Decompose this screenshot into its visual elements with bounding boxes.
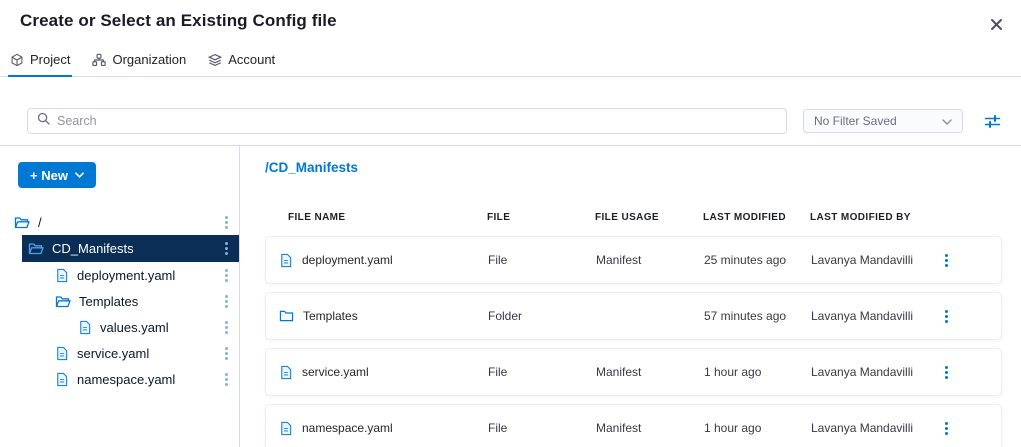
tree-item[interactable]: Templates — [0, 288, 239, 314]
chevron-down-icon — [75, 172, 84, 178]
tree-item[interactable]: deployment.yaml — [0, 262, 239, 288]
last-modified-by: Lavanya Mandavilli — [811, 253, 939, 267]
organization-icon — [92, 53, 106, 67]
file-usage: Manifest — [596, 421, 704, 435]
table-row[interactable]: service.yaml File Manifest 1 hour ago La… — [265, 348, 1002, 396]
file-name: Templates — [303, 309, 358, 323]
tree-item[interactable]: service.yaml — [0, 340, 239, 366]
file-tree: / CD_Manifests deployment.yaml Templates — [0, 209, 239, 392]
column-header-file-usage: FILE USAGE — [595, 212, 703, 223]
tree-item[interactable]: values.yaml — [0, 314, 239, 340]
breadcrumb[interactable]: /CD_Manifests — [265, 160, 1002, 175]
file-table-panel: /CD_Manifests FILE NAME FILE FILE USAGE … — [240, 146, 1021, 447]
close-icon[interactable] — [985, 13, 1007, 35]
column-header-last-modified-by: LAST MODIFIED BY — [810, 212, 938, 223]
last-modified-by: Lavanya Mandavilli — [811, 309, 939, 323]
search-icon — [37, 112, 50, 130]
scope-tabs: Project Organization Account — [0, 48, 1021, 77]
tab-account[interactable]: Account — [206, 48, 277, 76]
file-icon — [55, 346, 69, 361]
tree-item-label: Templates — [79, 294, 138, 309]
tree-item-menu-icon[interactable] — [225, 216, 239, 229]
tree-item-label: service.yaml — [77, 346, 149, 361]
table-row[interactable]: Templates Folder 57 minutes ago Lavanya … — [265, 292, 1002, 340]
table-header-row: FILE NAME FILE FILE USAGE LAST MODIFIED … — [265, 212, 1002, 223]
tree-item-label: namespace.yaml — [77, 372, 175, 387]
file-table-body: deployment.yaml File Manifest 25 minutes… — [265, 236, 1002, 447]
file-icon — [78, 320, 92, 335]
search-box — [27, 108, 787, 134]
file-name: deployment.yaml — [302, 253, 393, 267]
saved-filter-value: No Filter Saved — [814, 114, 897, 128]
folder-open-icon — [14, 215, 30, 230]
file-store-sidebar: + New / CD_Manifests deployment.yaml — [0, 146, 240, 447]
file-usage: Manifest — [596, 253, 704, 267]
file-icon — [279, 365, 293, 380]
new-button[interactable]: + New — [18, 162, 96, 188]
file-type: File — [488, 421, 596, 435]
row-menu-icon[interactable] — [939, 362, 954, 383]
dialog-header: Create or Select an Existing Config file — [0, 0, 1021, 35]
dialog-body: + New / CD_Manifests deployment.yaml — [0, 145, 1021, 447]
folder-open-icon — [28, 241, 44, 256]
page-title: Create or Select an Existing Config file — [20, 11, 337, 31]
tab-label: Organization — [112, 52, 186, 67]
table-row[interactable]: deployment.yaml File Manifest 25 minutes… — [265, 236, 1002, 284]
tree-item[interactable]: namespace.yaml — [0, 366, 239, 392]
tree-item[interactable]: / — [0, 209, 239, 235]
tree-item-menu-icon[interactable] — [225, 347, 239, 360]
file-type: File — [488, 365, 596, 379]
file-icon — [55, 372, 69, 387]
tab-organization[interactable]: Organization — [90, 48, 188, 76]
saved-filter-dropdown[interactable]: No Filter Saved — [803, 109, 963, 133]
file-name: service.yaml — [302, 365, 369, 379]
project-icon — [10, 53, 24, 67]
tree-item-label: / — [38, 215, 42, 230]
row-menu-icon[interactable] — [939, 250, 954, 271]
last-modified: 1 hour ago — [704, 365, 811, 379]
last-modified: 1 hour ago — [704, 421, 811, 435]
tree-item-menu-icon[interactable] — [225, 321, 239, 334]
file-type: File — [488, 253, 596, 267]
tab-project[interactable]: Project — [8, 48, 72, 76]
row-menu-icon[interactable] — [939, 306, 954, 327]
search-input[interactable] — [57, 114, 777, 128]
folder-icon — [279, 309, 294, 323]
tree-item-menu-icon[interactable] — [225, 373, 239, 386]
tree-item-label: values.yaml — [100, 320, 169, 335]
tab-label: Project — [30, 52, 70, 67]
row-menu-icon[interactable] — [939, 418, 954, 439]
last-modified: 25 minutes ago — [704, 253, 811, 267]
tree-item-label: CD_Manifests — [52, 241, 134, 256]
last-modified-by: Lavanya Mandavilli — [811, 421, 939, 435]
file-type: Folder — [488, 309, 596, 323]
last-modified-by: Lavanya Mandavilli — [811, 365, 939, 379]
account-icon — [208, 53, 222, 67]
chevron-down-icon — [942, 114, 952, 128]
new-button-label: + New — [30, 168, 68, 183]
column-header-file-name: FILE NAME — [265, 212, 487, 223]
file-icon — [55, 268, 69, 283]
tree-item-label: deployment.yaml — [77, 268, 175, 283]
file-icon — [279, 421, 293, 436]
file-icon — [279, 253, 293, 268]
tab-label: Account — [228, 52, 275, 67]
tree-item-menu-icon[interactable] — [225, 269, 239, 282]
tree-item[interactable]: CD_Manifests — [22, 235, 239, 262]
toolbar: No Filter Saved — [0, 77, 1021, 134]
file-usage: Manifest — [596, 365, 704, 379]
filter-sliders-icon[interactable] — [982, 111, 1002, 131]
last-modified: 57 minutes ago — [704, 309, 811, 323]
tree-item-menu-icon[interactable] — [225, 242, 239, 255]
column-header-file: FILE — [487, 212, 595, 223]
file-name: namespace.yaml — [302, 421, 393, 435]
tree-item-menu-icon[interactable] — [225, 295, 239, 308]
table-row[interactable]: namespace.yaml File Manifest 1 hour ago … — [265, 404, 1002, 447]
column-header-last-modified: LAST MODIFIED — [703, 212, 810, 223]
folder-open-icon — [55, 294, 71, 309]
